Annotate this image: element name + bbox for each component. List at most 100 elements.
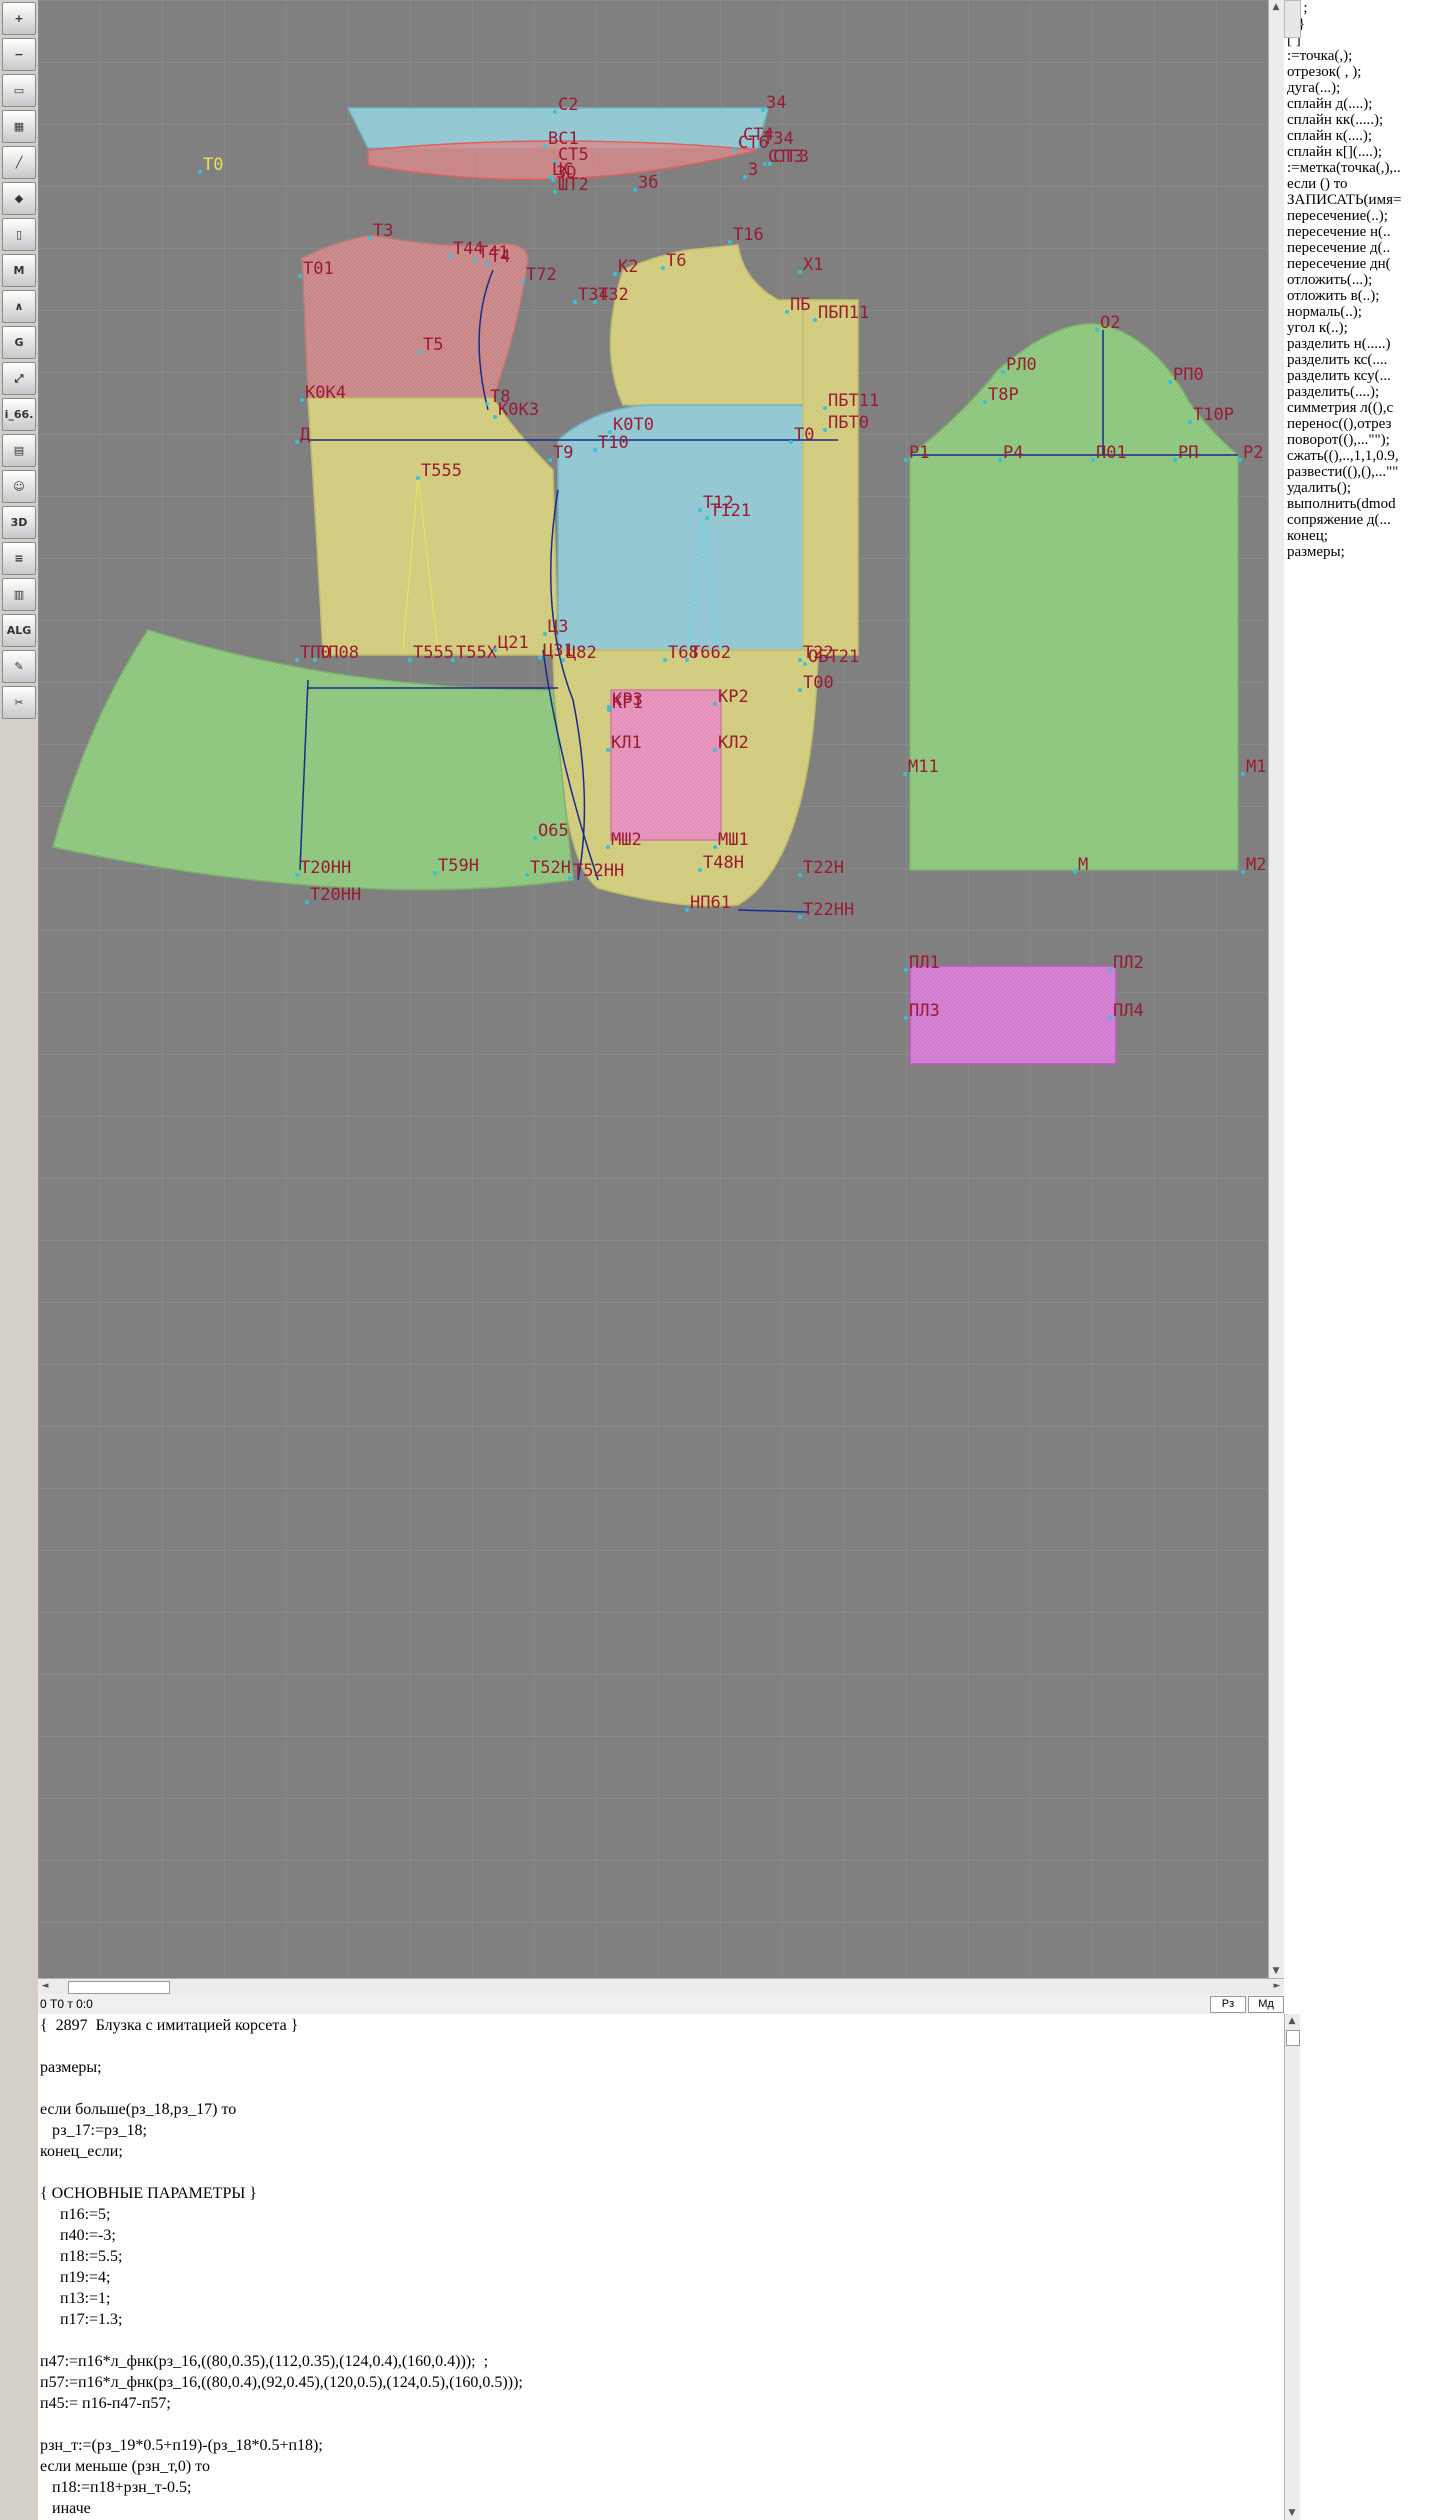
- transform-icon[interactable]: ⤢: [2, 362, 36, 395]
- scroll-up-arrow-icon[interactable]: ▲: [1269, 0, 1283, 14]
- code-line[interactable]: п19:=4;: [40, 2267, 523, 2288]
- command-item[interactable]: пересечение н(..: [1287, 224, 1440, 240]
- 3d-view-icon[interactable]: 3D: [2, 506, 36, 539]
- command-item[interactable]: сплайн к[](....);: [1287, 144, 1440, 160]
- command-item[interactable]: сжать((),..,1,1,0.9,: [1287, 448, 1440, 464]
- code-line[interactable]: п57:=п16*л_фнк(рз_16,((80,0.4),(92,0.45)…: [40, 2372, 523, 2393]
- point-label: Т662: [690, 643, 731, 663]
- editor-scroll-down-arrow-icon[interactable]: ▼: [1285, 2506, 1299, 2520]
- code-line[interactable]: размеры;: [40, 2057, 523, 2078]
- command-item[interactable]: отложить в(..);: [1287, 288, 1440, 304]
- side-strip-piece: [802, 299, 859, 656]
- code-line[interactable]: [40, 2162, 523, 2183]
- horizontal-scroll-thumb[interactable]: [68, 1981, 170, 1994]
- point-marker: [543, 144, 547, 148]
- model-label-icon[interactable]: i_66.: [2, 398, 36, 431]
- command-item[interactable]: сплайн д(....);: [1287, 96, 1440, 112]
- code-line[interactable]: п13:=1;: [40, 2288, 523, 2309]
- command-item[interactable]: конец;: [1287, 528, 1440, 544]
- zoom-in-icon[interactable]: +: [2, 2, 36, 35]
- code-line[interactable]: [40, 2414, 523, 2435]
- command-item[interactable]: разделить(....);: [1287, 384, 1440, 400]
- alg-icon[interactable]: ALG: [2, 614, 36, 647]
- line-tool-icon[interactable]: ╱: [2, 146, 36, 179]
- command-item[interactable]: :=точка(,);: [1287, 48, 1440, 64]
- layers-stack-icon[interactable]: ≡: [2, 542, 36, 575]
- scroll-right-arrow-icon[interactable]: ►: [1270, 1979, 1284, 1993]
- command-item[interactable]: угол к(..);: [1287, 320, 1440, 336]
- code-line[interactable]: п18:=5.5;: [40, 2246, 523, 2267]
- scroll-down-arrow-icon[interactable]: ▼: [1269, 1964, 1283, 1978]
- editor-vertical-scrollbar[interactable]: ▲ ▼: [1284, 2014, 1301, 2520]
- code-line[interactable]: п18:=п18+рзн_т-0.5;: [40, 2477, 523, 2498]
- command-item[interactable]: удалить();: [1287, 480, 1440, 496]
- command-item[interactable]: дуга(...);: [1287, 80, 1440, 96]
- pattern-canvas[interactable]: С2 34 Т0 СТ5 ВС1 Т34 СТ4 СТ3 СТ6 СТГ3 ЦС 3D ШТ2 3б 3 Т3…: [38, 0, 1268, 1978]
- code-line[interactable]: п47:=п16*л_фнк(рз_16,((80,0.35),(112,0.3…: [40, 2351, 523, 2372]
- command-item[interactable]: [ ]: [1287, 32, 1440, 48]
- code-line[interactable]: рзн_т:=(рз_19*0.5+п19)-(рз_18*0.5+п18);: [40, 2435, 523, 2456]
- rz-button[interactable]: Рз: [1210, 1996, 1246, 2013]
- command-item[interactable]: сплайн кк(.....);: [1287, 112, 1440, 128]
- command-item[interactable]: разделить кс(....: [1287, 352, 1440, 368]
- cut-icon[interactable]: ✂: [2, 686, 36, 719]
- command-item[interactable]: отложить(...);: [1287, 272, 1440, 288]
- scroll-left-arrow-icon[interactable]: ◄: [38, 1979, 52, 1993]
- code-line[interactable]: п17:=1.3;: [40, 2309, 523, 2330]
- sheet-icon[interactable]: ▤: [2, 434, 36, 467]
- g-tool-icon[interactable]: G: [2, 326, 36, 359]
- command-item[interactable]: разделить н(.....): [1287, 336, 1440, 352]
- command-item[interactable]: симметрия л((),с: [1287, 400, 1440, 416]
- command-item[interactable]: ЗАПИСАТЬ(имя=: [1287, 192, 1440, 208]
- zoom-out-icon[interactable]: −: [2, 38, 36, 71]
- code-line[interactable]: п40:=-3;: [40, 2225, 523, 2246]
- mannequin-icon[interactable]: ☺: [2, 470, 36, 503]
- script-editor[interactable]: { 2897 Блузка с имитацией корсета } разме…: [38, 2014, 1284, 2520]
- code-line[interactable]: рз_17:=рз_18;: [40, 2120, 523, 2141]
- command-item[interactable]: { }: [1287, 16, 1440, 32]
- piece-icon[interactable]: ▯: [2, 218, 36, 251]
- editor-scroll-thumb[interactable]: [1286, 2030, 1300, 2046]
- command-item[interactable]: нормаль(..);: [1287, 304, 1440, 320]
- measure-icon[interactable]: ∧: [2, 290, 36, 323]
- code-line[interactable]: { ОСНОВНЫЕ ПАРАМЕТРЫ }: [40, 2183, 523, 2204]
- code-lines[interactable]: { 2897 Блузка с имитацией корсета } разме…: [40, 2015, 523, 2519]
- command-scroll-thumb[interactable]: [1284, 0, 1301, 38]
- command-item[interactable]: поворот((),..."");: [1287, 432, 1440, 448]
- pen-icon[interactable]: ✎: [2, 650, 36, 683]
- print-icon[interactable]: ▥: [2, 578, 36, 611]
- code-line[interactable]: [40, 2036, 523, 2057]
- canvas-vertical-scrollbar[interactable]: ▲ ▼: [1268, 0, 1285, 1978]
- md-button[interactable]: Мд: [1248, 1996, 1284, 2013]
- command-item[interactable]: если () то: [1287, 176, 1440, 192]
- command-item[interactable]: пересечение(..);: [1287, 208, 1440, 224]
- command-item[interactable]: :=метка(точка(,),..: [1287, 160, 1440, 176]
- command-item[interactable]: размеры;: [1287, 544, 1440, 560]
- command-item[interactable]: пересечение дн(: [1287, 256, 1440, 272]
- command-item[interactable]: развести((),(),..."": [1287, 464, 1440, 480]
- code-line[interactable]: [40, 2330, 523, 2351]
- grid-icon[interactable]: ▦: [2, 110, 36, 143]
- code-line[interactable]: п16:=5;: [40, 2204, 523, 2225]
- point-label: ПБТ11: [828, 391, 879, 411]
- command-item[interactable]: := ;: [1287, 0, 1440, 16]
- canvas-horizontal-scrollbar[interactable]: ◄ ►: [38, 1978, 1284, 1995]
- editor-scroll-up-arrow-icon[interactable]: ▲: [1285, 2014, 1299, 2028]
- code-line[interactable]: п45:= п16-п47-п57;: [40, 2393, 523, 2414]
- code-line[interactable]: { 2897 Блузка с имитацией корсета }: [40, 2015, 523, 2036]
- command-item[interactable]: выполнить(dmod: [1287, 496, 1440, 512]
- m-tool-icon[interactable]: M: [2, 254, 36, 287]
- code-line[interactable]: [40, 2078, 523, 2099]
- pattern-icon[interactable]: ▭: [2, 74, 36, 107]
- command-item[interactable]: сплайн к(....);: [1287, 128, 1440, 144]
- command-item[interactable]: перенос((),отрез: [1287, 416, 1440, 432]
- command-item[interactable]: сопряжение д(...: [1287, 512, 1440, 528]
- layer-icon[interactable]: ◆: [2, 182, 36, 215]
- code-line[interactable]: если меньше (рзн_т,0) то: [40, 2456, 523, 2477]
- code-line[interactable]: иначе: [40, 2498, 523, 2519]
- command-item[interactable]: пересечение д(..: [1287, 240, 1440, 256]
- command-item[interactable]: отрезок( , );: [1287, 64, 1440, 80]
- code-line[interactable]: конец_если;: [40, 2141, 523, 2162]
- command-item[interactable]: разделить ксу(...: [1287, 368, 1440, 384]
- code-line[interactable]: если больше(рз_18,рз_17) то: [40, 2099, 523, 2120]
